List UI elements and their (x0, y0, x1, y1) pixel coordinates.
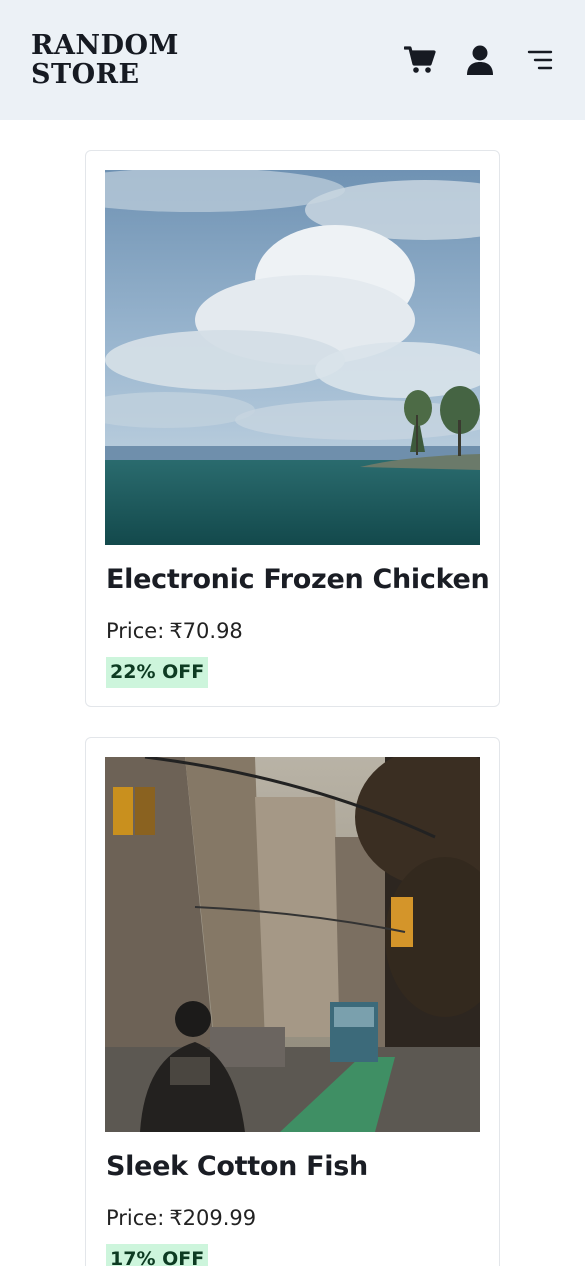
cart-icon[interactable] (400, 40, 440, 80)
store-logo[interactable]: Random Store (31, 31, 179, 89)
product-image[interactable] (105, 170, 480, 545)
logo-line-1: Random (31, 30, 179, 61)
price-value: ₹209.99 (169, 1206, 257, 1230)
discount-badge: 17% OFF (106, 1244, 209, 1266)
product-title[interactable]: Electronic Frozen Chicken (106, 564, 490, 595)
price-label: Price: (106, 619, 165, 643)
product-card[interactable]: Electronic Frozen Chicken Price: ₹70.98 2… (85, 150, 500, 707)
price-label: Price: (106, 1206, 165, 1230)
product-image[interactable] (105, 757, 480, 1132)
user-icon[interactable] (460, 40, 500, 80)
discount-badge: 22% OFF (106, 657, 209, 688)
logo-line-2: Store (31, 59, 140, 90)
product-price: Price: ₹70.98 (106, 619, 243, 643)
product-title[interactable]: Sleek Cotton Fish (106, 1151, 368, 1182)
site-header: Random Store (0, 0, 585, 120)
menu-icon[interactable] (520, 40, 560, 80)
product-price: Price: ₹209.99 (106, 1206, 256, 1230)
product-card[interactable]: Sleek Cotton Fish Price: ₹209.99 17% OFF (85, 737, 500, 1266)
price-value: ₹70.98 (169, 619, 243, 643)
